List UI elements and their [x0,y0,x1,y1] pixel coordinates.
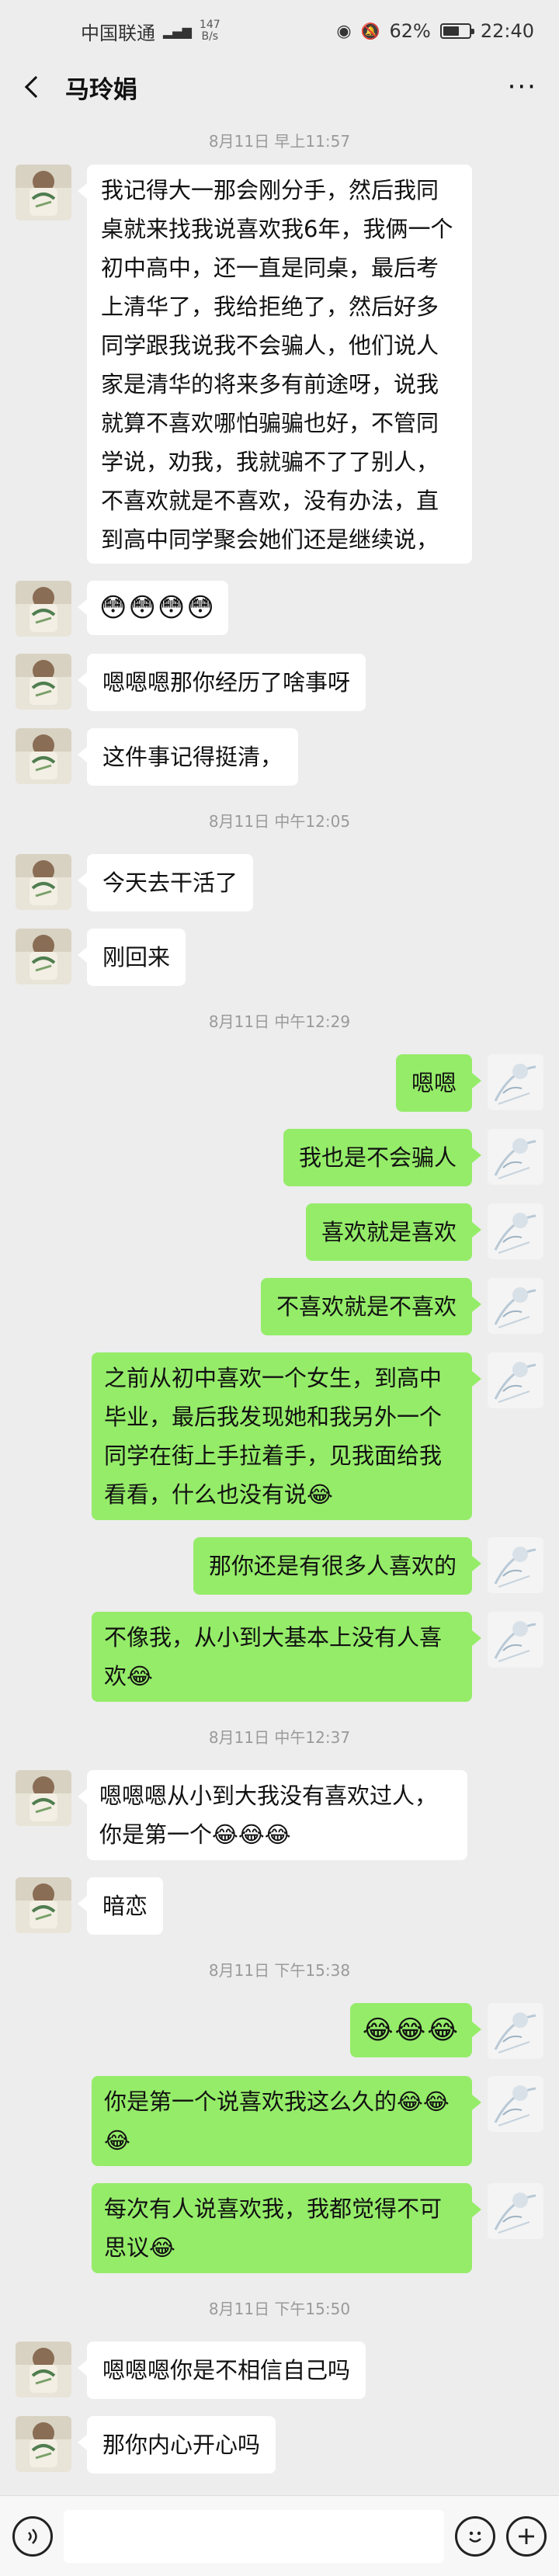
speed-unit: B/s [201,30,219,43]
chat-area[interactable]: 8月11日 早上11:57 我记得大一那会刚分手，然后我同桌就来找我说喜欢我6年… [0,112,559,2495]
self-avatar[interactable] [488,1352,543,1408]
message-row: 暗恋 [16,1877,543,1935]
contact-avatar[interactable] [16,581,71,637]
message-bubble[interactable]: 喜欢就是喜欢 [305,1203,482,1261]
message-row: 嗯嗯嗯你是不相信自己吗 [16,2342,543,2399]
message-bubble[interactable]: 不像我，从小到大基本上没有人喜欢😂 [92,1612,481,1702]
timestamp: 8月11日 中午12:05 [208,812,351,831]
plus-icon[interactable] [506,2515,547,2557]
message-bubble[interactable]: 😂😂😂 [349,2003,482,2057]
message-bubble[interactable]: 那你内心开心吗 [77,2416,276,2474]
message-row: 刚回来 [16,929,543,986]
contact-avatar[interactable] [16,165,71,220]
battery-percent: 62% [389,20,431,42]
carrier-label: 中国联通 [81,22,155,44]
self-avatar[interactable] [488,2076,543,2132]
emoji-icon[interactable] [455,2515,495,2557]
contact-avatar[interactable] [16,1770,71,1826]
message-bubble[interactable]: 刚回来 [77,929,186,986]
more-options-icon[interactable]: ··· [508,74,537,100]
status-left: 中国联通 ▂▄▆ 147 B/s [81,18,220,45]
timestamp: 8月11日 下午15:50 [208,2300,351,2318]
contact-avatar[interactable] [16,2416,71,2472]
chat-header: 马玲娟 ··· [0,62,559,112]
clock: 22:40 [480,20,534,42]
eye-icon: ◉ [336,21,352,41]
self-avatar[interactable] [488,1278,543,1334]
self-avatar[interactable] [488,1054,543,1110]
message-row: 嗯嗯 [16,1054,543,1112]
speed-value: 147 [199,19,220,31]
message-bubble[interactable]: 今天去干活了 [77,854,254,911]
message-row: 这件事记得挺清， [16,728,543,786]
mute-icon: 🔕 [360,22,380,40]
message-row: 😂😂😂 [16,2003,543,2059]
self-avatar[interactable] [488,1203,543,1259]
message-row: 我也是不会骗人 [16,1129,543,1186]
self-avatar[interactable] [488,1129,543,1185]
message-bubble[interactable]: 嗯嗯 [395,1054,482,1112]
message-bubble[interactable]: 不喜欢就是不喜欢 [260,1278,482,1335]
message-bubble[interactable]: 我记得大一那会刚分手，然后我同桌就来找我说喜欢我6年，我俩一个初中高中，还一直是… [78,165,472,564]
message-bubble[interactable]: 我也是不会骗人 [283,1129,482,1186]
message-bubble[interactable]: 嗯嗯嗯你是不相信自己吗 [77,2342,366,2399]
chat-title: 马玲娟 [65,75,137,104]
contact-avatar[interactable] [16,728,71,784]
message-row: 😳😳😳😳 [16,581,543,637]
message-row: 之前从初中喜欢一个女生，到高中毕业，最后我发现她和我另外一个同学在街上手拉着手，… [16,1352,543,1520]
message-bubble[interactable]: 每次有人说喜欢我，我都觉得不可思议😂 [92,2183,481,2273]
voice-icon[interactable] [12,2515,53,2557]
battery-icon [439,23,474,39]
input-bar [0,2495,559,2576]
message-bubble[interactable]: 那你还是有很多人喜欢的 [193,1537,482,1595]
back-arrow-icon[interactable] [24,75,47,99]
message-row: 那你还是有很多人喜欢的 [16,1537,543,1595]
message-bubble[interactable]: 嗯嗯嗯从小到大我没有喜欢过人，你是第一个😂😂😂 [78,1770,467,1860]
message-row: 不喜欢就是不喜欢 [16,1278,543,1335]
signal-icon: ▂▄▆ [163,23,192,39]
message-row: 你是第一个说喜欢我这么久的😂😂😂 [16,2076,543,2166]
message-bubble[interactable]: 暗恋 [77,1877,164,1935]
message-row: 喜欢就是喜欢 [16,1203,543,1261]
timestamp: 8月11日 下午15:38 [208,1961,351,1980]
timestamp: 8月11日 中午12:29 [208,1012,351,1031]
message-row: 每次有人说喜欢我，我都觉得不可思议😂 [16,2183,543,2273]
message-bubble[interactable]: 之前从初中喜欢一个女生，到高中毕业，最后我发现她和我另外一个同学在街上手拉着手，… [92,1352,481,1520]
contact-avatar[interactable] [16,854,71,910]
timestamp: 8月11日 中午12:37 [208,1728,351,1747]
message-row: 嗯嗯嗯那你经历了啥事呀 [16,654,543,711]
contact-avatar[interactable] [16,654,71,710]
self-avatar[interactable] [488,1537,543,1593]
message-row: 嗯嗯嗯从小到大我没有喜欢过人，你是第一个😂😂😂 [16,1770,543,1860]
timestamp: 8月11日 早上11:57 [208,132,351,151]
message-bubble[interactable]: 这件事记得挺清， [77,728,299,786]
message-input[interactable] [64,2509,444,2563]
message-row: 我记得大一那会刚分手，然后我同桌就来找我说喜欢我6年，我俩一个初中高中，还一直是… [16,165,543,564]
contact-avatar[interactable] [16,2342,71,2397]
self-avatar[interactable] [488,1612,543,1668]
status-bar: 中国联通 ▂▄▆ 147 B/s ◉ 🔕 62% 22:40 [0,0,559,62]
status-right: ◉ 🔕 62% 22:40 [336,20,534,42]
self-avatar[interactable] [488,2003,543,2059]
network-speed: 147 B/s [200,19,220,43]
battery-fill [443,26,459,36]
message-row: 不像我，从小到大基本上没有人喜欢😂 [16,1612,543,1702]
message-row: 那你内心开心吗 [16,2416,543,2474]
contact-avatar[interactable] [16,1877,71,1933]
message-row: 今天去干活了 [16,854,543,911]
message-bubble[interactable]: 你是第一个说喜欢我这么久的😂😂😂 [92,2076,481,2166]
self-avatar[interactable] [488,2183,543,2239]
contact-avatar[interactable] [16,929,71,984]
message-bubble[interactable]: 嗯嗯嗯那你经历了啥事呀 [77,654,366,711]
message-bubble[interactable]: 😳😳😳😳 [78,581,228,635]
